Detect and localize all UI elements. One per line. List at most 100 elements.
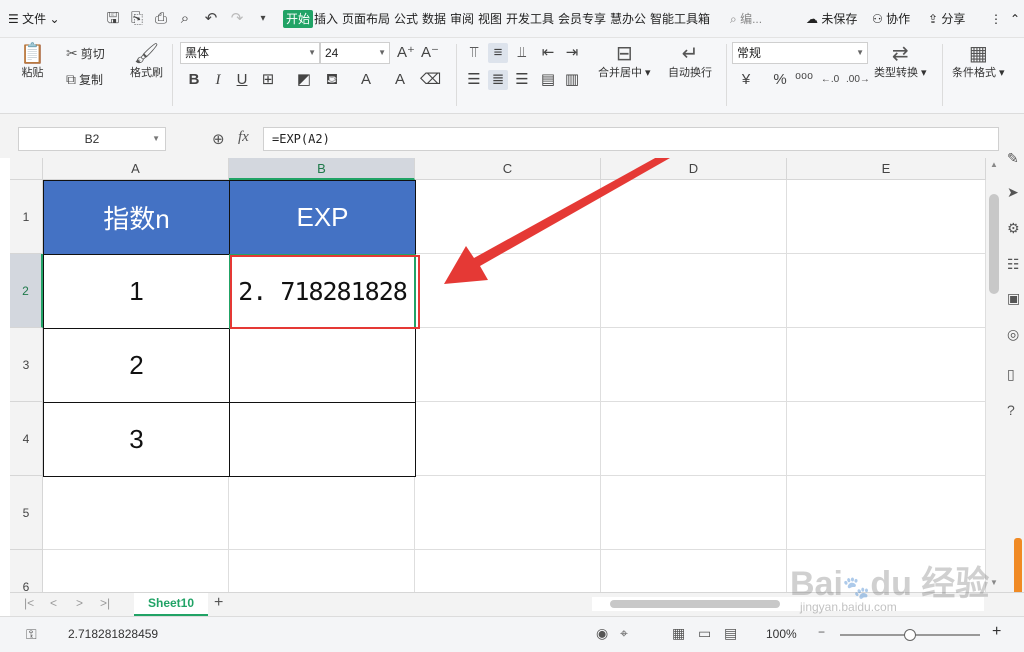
next-sheet-icon[interactable]: > — [76, 596, 83, 610]
currency-icon[interactable]: ¥ — [736, 70, 756, 90]
tab-huibangong[interactable]: 慧办公 — [610, 11, 646, 27]
name-box[interactable]: B2 ▼ — [18, 127, 166, 151]
tab-formulas[interactable]: 公式 — [394, 11, 418, 27]
add-sheet-icon[interactable]: + — [214, 594, 223, 612]
align-bottom-icon[interactable]: ⫫ — [512, 43, 532, 63]
tab-member[interactable]: 会员专享 — [558, 11, 606, 27]
share-button[interactable]: ⇪ 分享 — [928, 11, 965, 27]
conditional-format-button[interactable]: ▦ 条件格式 ▾ — [952, 42, 1005, 80]
outdent-icon[interactable]: ⇤ — [538, 43, 558, 63]
cursor-icon[interactable]: ➤ — [1007, 184, 1019, 201]
column-header-b[interactable]: B — [229, 158, 415, 180]
cell-a3[interactable]: 2 — [43, 328, 230, 403]
tab-insert[interactable]: 插入 — [314, 11, 338, 27]
eye-protection-icon[interactable]: ◉ — [596, 625, 608, 642]
italic-icon[interactable]: I — [208, 70, 228, 90]
font-size-dropdown[interactable]: 24 ▼ — [320, 42, 390, 64]
fill-bucket-icon[interactable]: ⛾ — [322, 70, 342, 90]
zoom-level[interactable]: 100% — [766, 627, 797, 641]
zoom-formula-icon[interactable]: ⊕ — [212, 130, 225, 148]
spreadsheet-grid[interactable]: A B C D E 1 2 3 4 5 6 指数n EXP 1 2. 71828… — [10, 158, 986, 595]
more-options-icon[interactable]: ⋮ — [990, 11, 1002, 27]
row-header-3[interactable]: 3 — [10, 328, 43, 402]
format-painter-button[interactable]: 🖌 格式刷 — [130, 42, 163, 80]
last-sheet-icon[interactable]: >| — [100, 596, 110, 610]
cell-b3[interactable] — [229, 328, 416, 403]
cell-e5[interactable] — [787, 476, 986, 550]
scroll-down-icon[interactable]: ▼ — [990, 578, 998, 587]
unsaved-button[interactable]: ☁ 未保存 — [806, 11, 857, 27]
tab-view[interactable]: 视图 — [478, 11, 502, 27]
paste-button[interactable]: 📋 粘贴 — [20, 42, 45, 80]
tab-page-layout[interactable]: 页面布局 — [342, 11, 390, 27]
collab-button[interactable]: ⚇ 协作 — [872, 11, 910, 27]
redo-icon[interactable]: ↷ — [228, 10, 246, 28]
underline-icon[interactable]: U — [232, 70, 252, 90]
font-color-dropdown-icon[interactable]: A — [390, 70, 410, 90]
bold-icon[interactable]: B — [184, 70, 204, 90]
align-middle-icon[interactable]: ≡ — [488, 43, 508, 63]
fx-icon[interactable]: fx — [238, 129, 249, 146]
search-box[interactable]: ⌕ 编... — [730, 11, 762, 27]
cell-b1[interactable]: EXP — [229, 180, 416, 255]
display-icon[interactable]: ⌖ — [620, 625, 628, 642]
cell-b4[interactable] — [229, 402, 416, 477]
borders-icon[interactable]: ⊞ — [258, 70, 278, 90]
cell-e2[interactable] — [787, 254, 986, 328]
copy-button[interactable]: ⧉ 复制 — [66, 71, 103, 88]
sheet-tab-active[interactable]: Sheet10 — [134, 593, 208, 616]
properties-icon[interactable]: ⚙ — [1007, 220, 1020, 237]
row-header-4[interactable]: 4 — [10, 402, 43, 476]
vertical-scrollbar[interactable]: ▲ ▼ — [986, 158, 1004, 595]
cell-c3[interactable] — [415, 328, 601, 402]
cell-b6[interactable] — [229, 550, 415, 595]
row-header-5[interactable]: 5 — [10, 476, 43, 550]
macro-icon[interactable]: ⚿ — [26, 626, 37, 643]
increase-font-icon[interactable]: A⁺ — [396, 43, 416, 63]
cut-button[interactable]: ✂ 剪切 — [66, 45, 105, 62]
cell-a4[interactable]: 3 — [43, 402, 230, 477]
merge-center-button[interactable]: ⊟ 合并居中 ▾ — [598, 42, 651, 80]
zoom-slider-handle[interactable] — [904, 629, 916, 641]
cell-c4[interactable] — [415, 402, 601, 476]
cell-b2[interactable]: 2. 718281828 — [229, 254, 416, 329]
normal-view-icon[interactable]: ▦ — [672, 625, 685, 642]
eraser-icon[interactable]: ⌫ — [420, 70, 441, 90]
cell-e1[interactable] — [787, 180, 986, 254]
horizontal-scroll-thumb[interactable] — [610, 600, 780, 608]
font-color-icon[interactable]: A — [356, 70, 376, 90]
align-center-icon[interactable]: ≣ — [488, 70, 508, 90]
collapse-ribbon-icon[interactable]: ⌃ — [1010, 11, 1020, 27]
prev-sheet-icon[interactable]: < — [50, 596, 57, 610]
cell-c5[interactable] — [415, 476, 601, 550]
row-header-1[interactable]: 1 — [10, 180, 43, 254]
location-icon[interactable]: ◎ — [1007, 326, 1019, 343]
align-left-icon[interactable]: ☰ — [464, 70, 484, 90]
pen-icon[interactable]: ✎ — [1007, 150, 1019, 167]
cell-e3[interactable] — [787, 328, 986, 402]
tab-developer[interactable]: 开发工具 — [506, 11, 554, 27]
image-icon[interactable]: ▣ — [1007, 290, 1020, 307]
decrease-decimal-icon[interactable]: .00→ — [846, 70, 870, 90]
indent-icon[interactable]: ⇥ — [562, 43, 582, 63]
page-layout-view-icon[interactable]: ▭ — [698, 625, 711, 642]
thousands-separator-icon[interactable]: ⁰⁰⁰ — [794, 70, 814, 90]
scroll-up-icon[interactable]: ▲ — [990, 160, 998, 169]
save-icon[interactable]: 🖫 — [104, 10, 122, 28]
cell-e4[interactable] — [787, 402, 986, 476]
distributed-icon[interactable]: ▥ — [562, 70, 582, 90]
scroll-thumb[interactable] — [989, 194, 999, 294]
select-all-corner[interactable] — [10, 158, 43, 180]
book-icon[interactable]: ▯ — [1007, 366, 1015, 383]
first-sheet-icon[interactable]: |< — [24, 596, 34, 610]
cell-c6[interactable] — [415, 550, 601, 595]
list-icon[interactable]: ☷ — [1007, 256, 1020, 273]
cell-a2[interactable]: 1 — [43, 254, 230, 329]
type-convert-button[interactable]: ⇄ 类型转换 ▾ — [874, 42, 927, 80]
cell-d4[interactable] — [601, 402, 787, 476]
tab-home[interactable]: 开始 — [283, 10, 314, 28]
cell-d3[interactable] — [601, 328, 787, 402]
cell-d6[interactable] — [601, 550, 787, 595]
column-header-e[interactable]: E — [787, 158, 986, 180]
tab-data[interactable]: 数据 — [422, 11, 446, 27]
